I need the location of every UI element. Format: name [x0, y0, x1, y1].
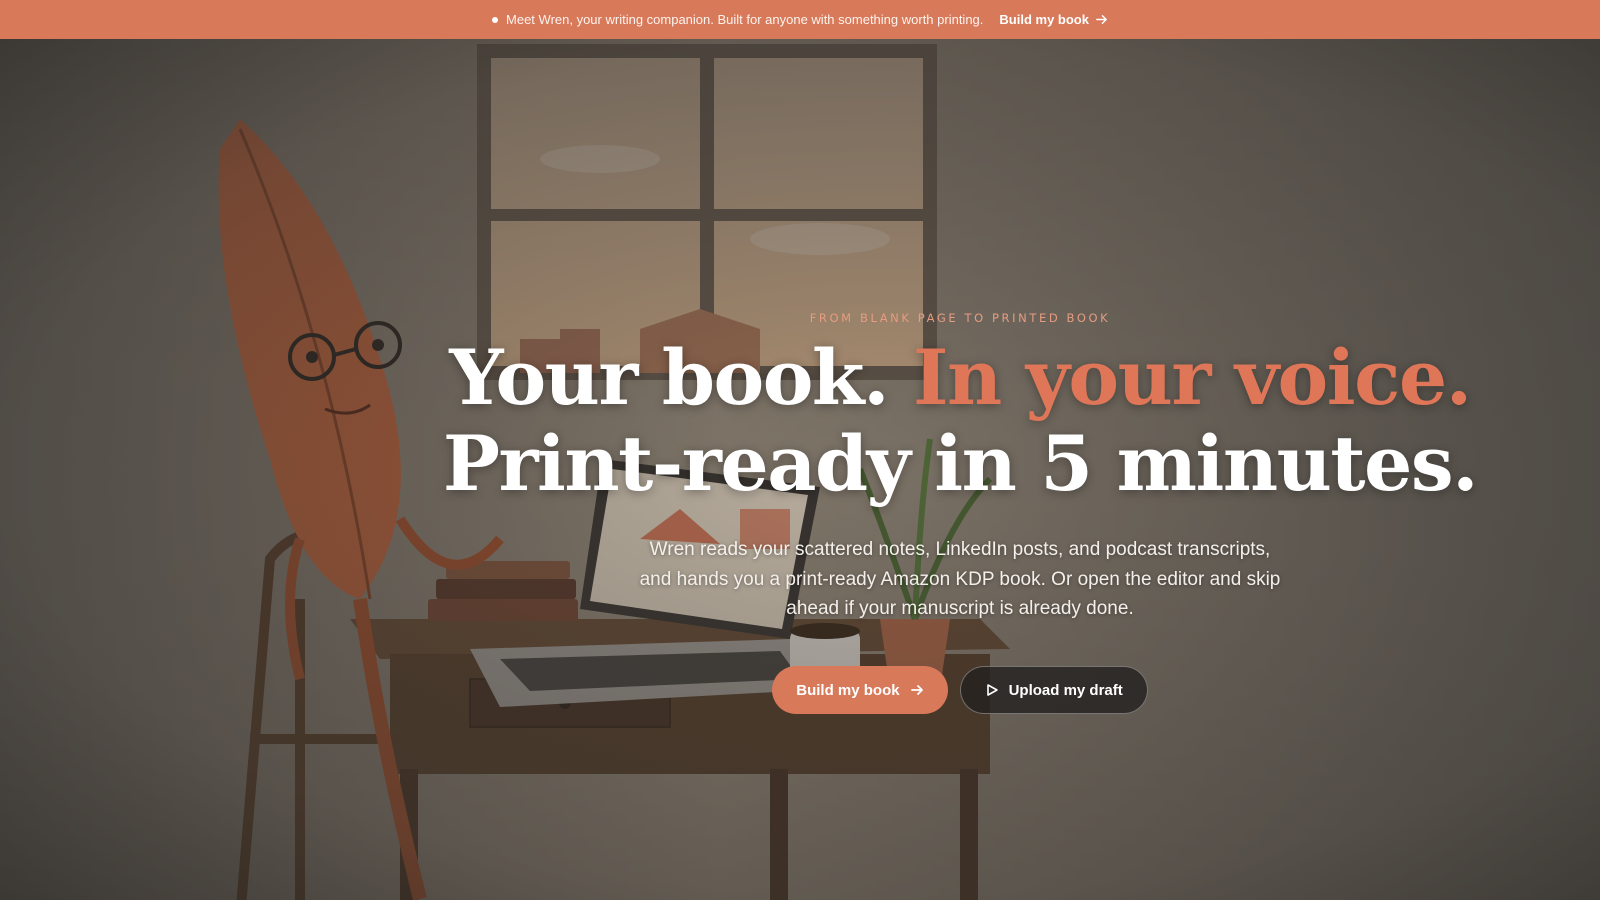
headline-line2: Print-ready in 5 minutes.: [442, 419, 1479, 508]
upload-draft-button[interactable]: Upload my draft: [959, 666, 1148, 714]
announcement-banner: Meet Wren, your writing companion. Built…: [0, 0, 1600, 39]
upload-draft-label: Upload my draft: [1008, 681, 1123, 699]
banner-build-link[interactable]: Build my book: [999, 12, 1108, 27]
hero-section: FROM BLANK PAGE TO PRINTED BOOK Your boo…: [0, 39, 1600, 900]
hero-content: FROM BLANK PAGE TO PRINTED BOOK Your boo…: [360, 39, 1560, 900]
banner-message: Meet Wren, your writing companion. Built…: [492, 12, 983, 27]
dot-icon: [492, 16, 499, 23]
build-my-book-label: Build my book: [796, 681, 900, 699]
arrow-right-icon: [1096, 15, 1107, 24]
arrow-right-icon: [910, 685, 923, 695]
hero-headline: Your book. In your voice. Print-ready in…: [360, 335, 1560, 507]
hero-eyebrow: FROM BLANK PAGE TO PRINTED BOOK: [809, 311, 1111, 325]
play-icon: [986, 684, 998, 696]
banner-text: Meet Wren, your writing companion. Built…: [506, 12, 984, 27]
hero-buttons: Build my book Upload my draft: [360, 666, 1560, 714]
banner-cta-label: Build my book: [999, 12, 1089, 27]
headline-part1: Your book.: [449, 333, 913, 422]
build-my-book-button[interactable]: Build my book: [772, 666, 948, 714]
hero-subtitle: Wren reads your scattered notes, LinkedI…: [639, 539, 1281, 619]
headline-accent: In your voice.: [913, 333, 1472, 422]
